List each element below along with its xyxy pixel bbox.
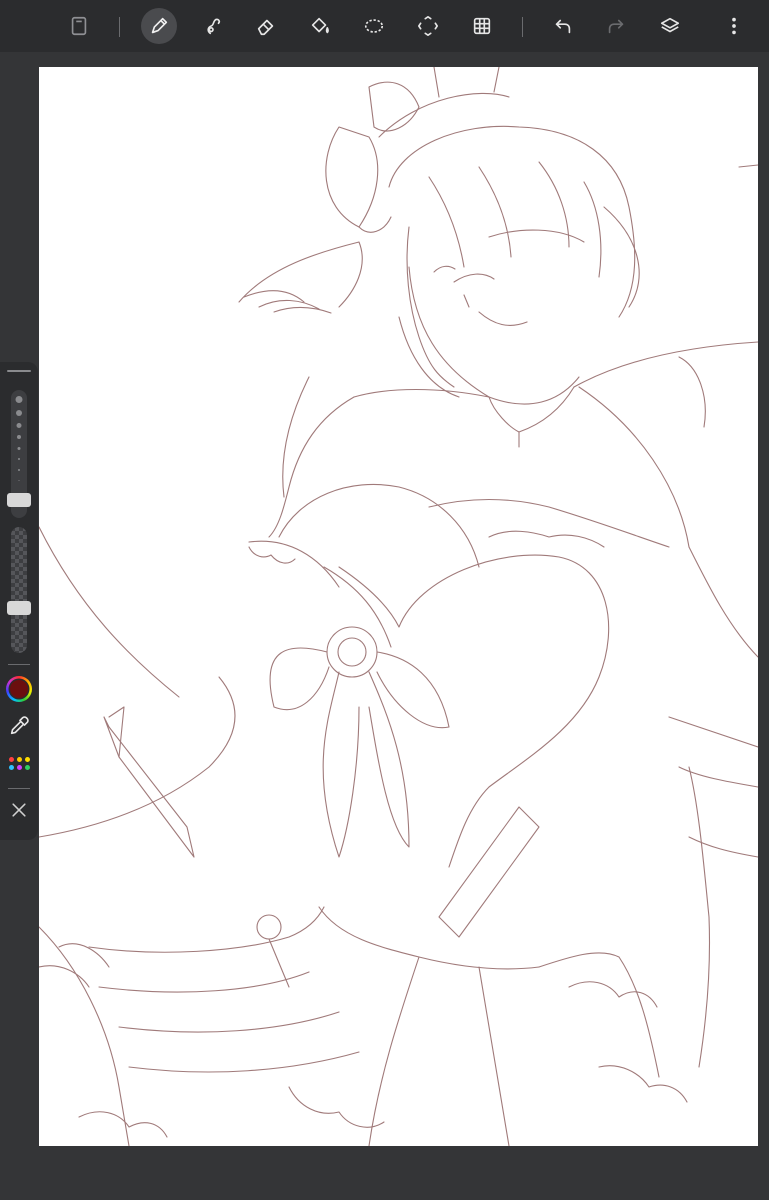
fill-bucket-icon <box>311 17 329 34</box>
bottom-area <box>0 1160 769 1200</box>
size-dot <box>17 435 21 439</box>
palette-dot <box>17 757 22 762</box>
size-dot <box>15 396 23 403</box>
eraser-tool-button[interactable] <box>248 8 284 44</box>
fill-tool-button[interactable] <box>302 8 338 44</box>
undo-button[interactable] <box>545 8 581 44</box>
brush-icon <box>151 17 168 34</box>
size-dot <box>16 423 22 428</box>
size-dot <box>17 447 21 450</box>
brush-tool-button[interactable] <box>141 8 177 44</box>
palette-dot <box>25 757 30 762</box>
color-wheel-icon[interactable] <box>6 676 32 702</box>
palette-dot <box>9 765 14 770</box>
brush-side-panel <box>0 362 38 840</box>
more-options-button[interactable] <box>716 8 752 44</box>
palette-button[interactable] <box>7 752 31 776</box>
redo-icon <box>608 19 624 34</box>
size-dot <box>16 410 22 416</box>
layers-icon <box>660 17 680 33</box>
layers-button[interactable] <box>652 8 688 44</box>
eraser-icon <box>257 19 274 36</box>
toolbar-divider <box>522 17 523 37</box>
current-color-swatch <box>10 680 28 698</box>
grid-tool-button[interactable] <box>464 8 500 44</box>
top-toolbar <box>0 0 769 52</box>
lasso-select-icon <box>364 19 384 33</box>
panel-handle[interactable] <box>7 370 31 372</box>
eyedropper-icon <box>10 716 29 735</box>
palette-dot <box>9 757 14 762</box>
size-dot <box>18 458 20 460</box>
more-vertical-icon <box>732 17 736 35</box>
gallery-button[interactable] <box>61 8 97 44</box>
undo-icon <box>555 19 571 34</box>
sketch-artwork <box>39 67 758 1146</box>
palette-icon <box>7 752 31 776</box>
transform-icon <box>418 16 438 36</box>
drawing-canvas[interactable] <box>39 67 758 1146</box>
brush-opacity-slider[interactable] <box>11 527 27 653</box>
toolbar-divider <box>119 17 120 37</box>
selection-tool-button[interactable] <box>356 8 392 44</box>
brush-opacity-thumb[interactable] <box>7 601 31 616</box>
eyedropper-button[interactable] <box>7 714 31 738</box>
panel-divider <box>8 788 30 789</box>
grid-icon <box>473 17 491 35</box>
redo-button[interactable] <box>598 8 634 44</box>
smudge-tool-button[interactable] <box>195 8 231 44</box>
transform-tool-button[interactable] <box>410 8 446 44</box>
gallery-icon <box>71 16 87 36</box>
brush-size-thumb[interactable] <box>7 492 31 507</box>
panel-divider <box>8 664 30 665</box>
smudge-icon <box>207 18 221 35</box>
palette-dot <box>25 765 30 770</box>
size-dot <box>18 480 20 481</box>
close-icon <box>12 803 26 817</box>
size-dot <box>18 469 20 471</box>
palette-dot <box>17 765 22 770</box>
close-panel-button[interactable] <box>7 798 31 822</box>
